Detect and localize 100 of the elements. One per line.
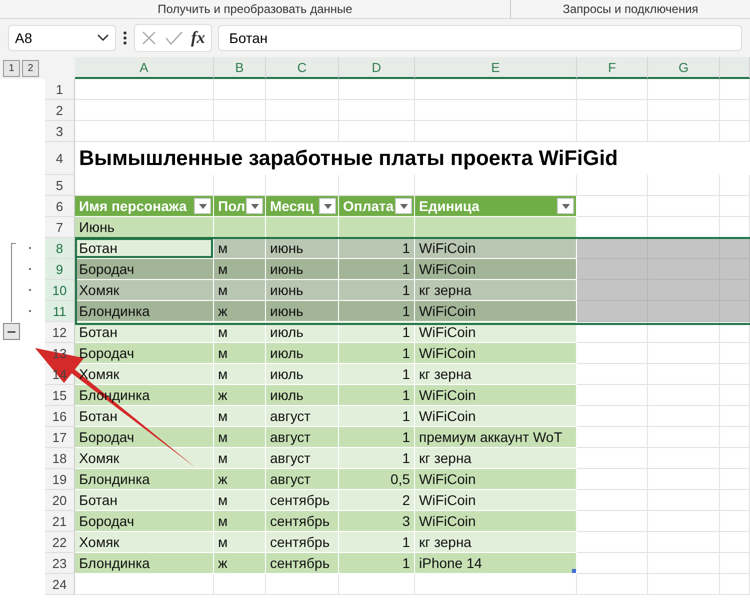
name-box[interactable]: A8 <box>8 25 116 51</box>
table-cell: 2 <box>339 490 415 511</box>
table-cell: 1 <box>339 385 415 406</box>
filter-button[interactable] <box>557 198 574 214</box>
row-number[interactable]: 17 <box>45 427 75 448</box>
table-cell: июль <box>266 343 339 364</box>
row-number[interactable]: 18 <box>45 448 75 469</box>
table-cell: WiFiCoin <box>415 469 577 490</box>
table-cell: м <box>214 490 266 511</box>
empty-cell <box>214 574 266 595</box>
column-header: Оплата <box>343 198 394 214</box>
filter-button[interactable] <box>395 198 412 214</box>
column-header[interactable]: C <box>266 57 339 79</box>
table-cell: 1 <box>339 427 415 448</box>
table-cell: сентябрь <box>266 553 339 574</box>
row-number[interactable]: 5 <box>45 175 75 196</box>
table-cell: м <box>214 364 266 385</box>
empty-cell <box>648 469 720 490</box>
row-number[interactable]: 2 <box>45 100 75 121</box>
table-cell: WiFiCoin <box>415 259 577 280</box>
row-number[interactable]: 19 <box>45 469 75 490</box>
table-cell: июнь <box>266 280 339 301</box>
caret-icon <box>324 204 332 208</box>
resize-handle[interactable] <box>572 569 576 573</box>
more-icon[interactable] <box>122 30 128 46</box>
table-cell: 1 <box>339 259 415 280</box>
table-cell: WiFiCoin <box>415 301 577 322</box>
column-header[interactable]: A <box>75 57 214 79</box>
filter-button[interactable] <box>194 198 211 214</box>
collapse-button[interactable] <box>3 323 20 340</box>
empty-cell <box>214 100 266 121</box>
empty-cell <box>720 385 750 406</box>
table-cell: WiFiCoin <box>415 385 577 406</box>
table-cell: сентябрь <box>266 511 339 532</box>
row-number[interactable]: 9 <box>45 259 75 280</box>
table-cell: август <box>266 406 339 427</box>
table-cell: iPhone 14 <box>415 553 577 574</box>
empty-cell <box>648 100 720 121</box>
row-number[interactable]: 10 <box>45 280 75 301</box>
empty-cell <box>577 79 648 100</box>
table-cell: 1 <box>339 448 415 469</box>
outline-level-button[interactable]: 1 <box>3 60 20 76</box>
table-cell: Ботан <box>75 322 214 343</box>
empty-cell <box>720 364 750 385</box>
table-cell: Бородач <box>75 511 214 532</box>
check-icon[interactable] <box>165 30 183 46</box>
empty-cell <box>648 385 720 406</box>
row-number[interactable]: 11 <box>45 301 75 322</box>
column-header[interactable]: D <box>339 57 415 79</box>
empty-cell <box>648 448 720 469</box>
row-number[interactable]: 8 <box>45 238 75 259</box>
table-cell: август <box>266 469 339 490</box>
empty-cell <box>648 574 720 595</box>
empty-cell <box>720 490 750 511</box>
row-number[interactable]: 6 <box>45 196 75 217</box>
row-number[interactable]: 24 <box>45 574 75 595</box>
column-header[interactable]: G <box>648 57 720 79</box>
caret-icon <box>198 204 206 208</box>
table-cell: м <box>214 259 266 280</box>
chevron-down-icon[interactable] <box>97 34 109 42</box>
filter-button[interactable] <box>246 198 263 214</box>
caret-icon <box>562 204 570 208</box>
table-cell: июль <box>266 322 339 343</box>
empty-cell <box>648 79 720 100</box>
empty-cell <box>720 427 750 448</box>
insert-function-button[interactable]: fx <box>191 28 206 48</box>
column-header[interactable] <box>720 57 750 79</box>
formula-field[interactable]: Ботан <box>218 25 742 51</box>
outline-level-button[interactable]: 2 <box>22 60 39 76</box>
row-number[interactable]: 20 <box>45 490 75 511</box>
row-number[interactable]: 15 <box>45 385 75 406</box>
empty-cell <box>577 574 648 595</box>
empty-cell <box>648 490 720 511</box>
row-number[interactable]: 22 <box>45 532 75 553</box>
table-cell: Ботан <box>75 406 214 427</box>
row-number[interactable]: 23 <box>45 553 75 574</box>
empty-cell <box>720 511 750 532</box>
row-number[interactable]: 3 <box>45 121 75 142</box>
row-number[interactable]: 4 <box>45 142 75 175</box>
row-number[interactable]: 7 <box>45 217 75 238</box>
row-number[interactable]: 1 <box>45 79 75 100</box>
empty-cell <box>648 322 720 343</box>
row-number[interactable]: 21 <box>45 511 75 532</box>
table-cell: Блондинка <box>75 469 214 490</box>
empty-cell <box>648 175 720 196</box>
column-header[interactable]: E <box>415 57 577 79</box>
column-header[interactable]: F <box>577 57 648 79</box>
table-cell: WiFiCoin <box>415 238 577 259</box>
table-cell: Блондинка <box>75 553 214 574</box>
empty-cell <box>720 100 750 121</box>
empty-cell <box>720 121 750 142</box>
row-number[interactable]: 16 <box>45 406 75 427</box>
row-number[interactable]: 12 <box>45 322 75 343</box>
table-cell: кг зерна <box>415 448 577 469</box>
empty-cell <box>214 121 266 142</box>
filter-button[interactable] <box>319 198 336 214</box>
table-cell: июль <box>266 364 339 385</box>
empty-cell <box>720 553 750 574</box>
table-cell: 0,5 <box>339 469 415 490</box>
column-header[interactable]: B <box>214 57 266 79</box>
